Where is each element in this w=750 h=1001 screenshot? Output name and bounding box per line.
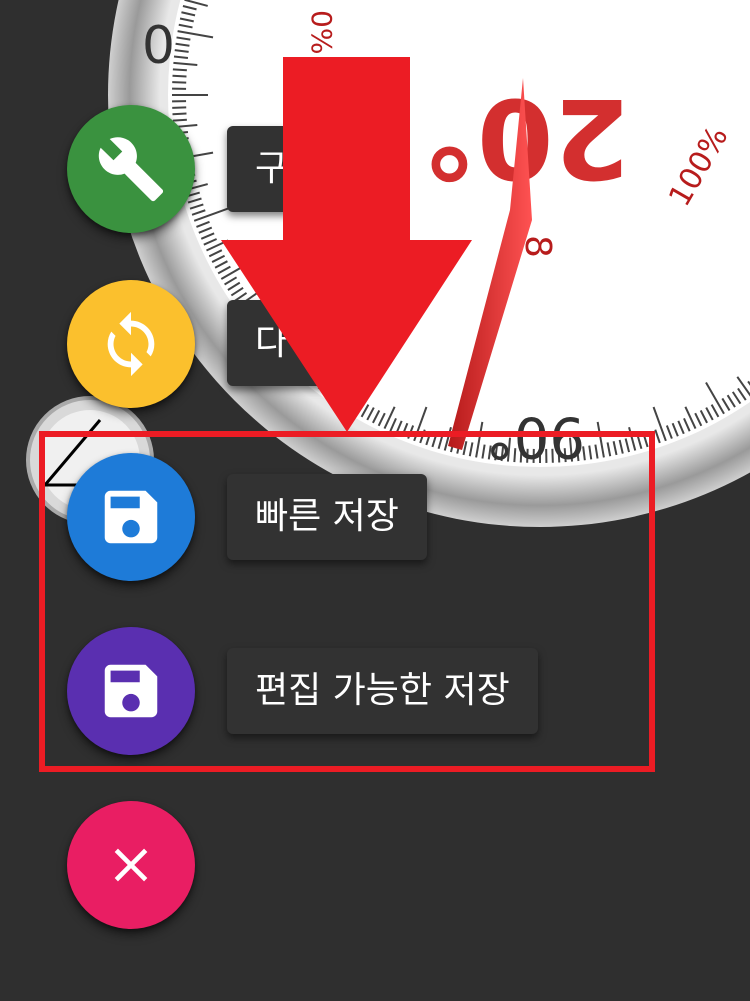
gauge-tick: [172, 74, 187, 78]
floppy-disk-icon: [104, 490, 158, 544]
gauge-tick: [172, 118, 187, 122]
gauge-label-zero: 0: [142, 12, 175, 72]
gauge-tick: [172, 112, 187, 116]
refresh-fab[interactable]: [67, 280, 195, 408]
refresh-label[interactable]: 다 기: [227, 300, 361, 386]
close-fab[interactable]: [67, 801, 195, 929]
wrench-icon: [98, 137, 164, 202]
close-icon: [114, 848, 148, 882]
quick-save-fab[interactable]: [67, 453, 195, 581]
settings-fab[interactable]: [67, 105, 195, 233]
editable-save-label[interactable]: 편집 가능한 저장: [227, 648, 538, 734]
gauge-label-pct-zero: 0%: [305, 10, 338, 54]
gauge-label-ninety: 90°: [486, 404, 585, 469]
settings-label[interactable]: 구 정: [227, 126, 361, 212]
quick-save-label[interactable]: 빠른 저장: [227, 474, 427, 560]
floppy-disk-icon: [104, 664, 158, 718]
refresh-icon: [107, 311, 155, 377]
editable-save-fab[interactable]: [67, 627, 195, 755]
